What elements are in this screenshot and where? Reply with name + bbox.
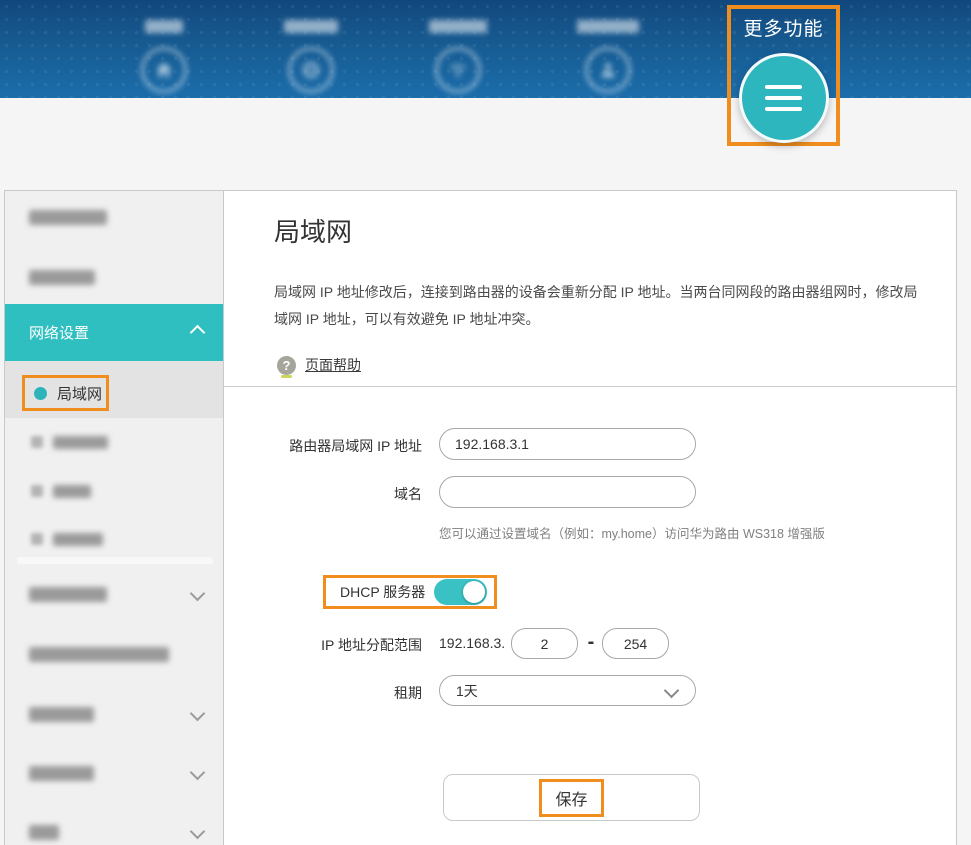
help-icon: ? [277, 355, 296, 378]
devices-icon [585, 47, 631, 93]
chevron-down-icon [189, 585, 206, 602]
page-help-link[interactable]: ? 页面帮助 [277, 355, 361, 378]
highlight-box-save: 保存 [539, 778, 604, 817]
chevron-down-icon [189, 705, 206, 722]
ip-range-end-input[interactable] [602, 628, 669, 659]
redacted-label [29, 647, 169, 662]
sidebar-item-redacted-7[interactable] [5, 812, 223, 845]
redacted-label [29, 707, 94, 722]
redacted-nav-label [429, 20, 487, 33]
redacted-nav-label [284, 20, 338, 33]
lan-ip-label: 路由器局域网 IP 地址 [289, 438, 422, 454]
nav-item-devices[interactable] [558, 20, 658, 93]
toggle-knob-icon [463, 581, 485, 603]
menu-icon [765, 85, 802, 111]
ip-range-start-input[interactable] [511, 628, 578, 659]
sidebar-item-redacted-3[interactable] [5, 574, 223, 614]
dhcp-toggle[interactable] [434, 579, 487, 605]
sidebar-item-redacted-5[interactable] [5, 694, 223, 734]
chevron-down-icon [189, 823, 206, 840]
section-divider [224, 386, 956, 387]
sidebar-section-network-settings[interactable]: 网络设置 [5, 304, 223, 361]
sidebar-item-redacted-1[interactable] [5, 197, 223, 237]
redacted-label [53, 533, 103, 546]
redacted-label [53, 485, 91, 498]
network-settings-label: 网络设置 [29, 325, 90, 342]
lan-item-label: 局域网 [57, 385, 103, 403]
redacted-sub-icon [31, 485, 43, 497]
sidebar-subitem-redacted-3[interactable] [5, 519, 223, 559]
internet-icon [288, 47, 334, 93]
nav-item-home[interactable] [114, 20, 214, 93]
page-description: 局域网 IP 地址修改后，连接到路由器的设备会重新分配 IP 地址。当两台同网段… [274, 284, 918, 327]
lan-ip-input[interactable] [439, 428, 696, 460]
redacted-label [29, 210, 107, 225]
highlight-box-more-functions: 更多功能 [727, 5, 840, 146]
redacted-label [29, 270, 95, 285]
nav-item-internet[interactable] [261, 20, 361, 93]
lan-settings-panel: 局域网 局域网 IP 地址修改后，连接到路由器的设备会重新分配 IP 地址。当两… [224, 190, 957, 845]
more-functions-button[interactable] [738, 53, 829, 143]
redacted-sub-icon [31, 533, 43, 545]
selected-dot-icon [34, 386, 47, 400]
range-dash-icon: - [587, 631, 595, 653]
lease-select[interactable]: 1天 [439, 675, 696, 706]
sidebar-item-redacted-2[interactable] [5, 257, 223, 297]
save-button-label: 保存 [555, 791, 588, 809]
sidebar-menu: 网络设置 局域网 [4, 190, 224, 845]
save-button[interactable]: 保存 [443, 774, 700, 821]
nav-item-wifi[interactable] [408, 20, 508, 93]
lease-value: 1天 [456, 683, 478, 699]
sidebar-item-redacted-6[interactable] [5, 753, 223, 793]
redacted-label [29, 587, 107, 602]
redacted-nav-label [577, 20, 639, 33]
ip-range-label: IP 地址分配范围 [321, 637, 422, 653]
page-help-label: 页面帮助 [305, 357, 361, 373]
home-icon [141, 47, 187, 93]
wifi-icon [435, 47, 481, 93]
sidebar-subitem-redacted-1[interactable] [5, 422, 223, 462]
chevron-down-icon [189, 764, 206, 781]
more-functions-label: 更多功能 [743, 19, 824, 40]
redacted-sub-icon [31, 436, 43, 448]
chevron-up-icon [189, 324, 206, 341]
domain-input[interactable] [439, 476, 696, 508]
lease-label: 租期 [394, 685, 422, 701]
sidebar-item-lan[interactable]: 局域网 [5, 361, 223, 418]
chevron-down-icon [663, 682, 680, 699]
highlight-box-dhcp: DHCP 服务器 [323, 575, 497, 609]
domain-label: 域名 [394, 486, 422, 502]
redacted-label [53, 436, 108, 449]
domain-helper-text: 您可以通过设置域名（例如：my.home）访问华为路由 WS318 增强版 [439, 527, 825, 541]
redacted-label [29, 766, 94, 781]
router-admin-page: 更多功能 网络设置 局域网 局域网 局域网 IP 地址修改后，连接到路由器的设备… [0, 0, 971, 845]
sidebar-subitem-redacted-2[interactable] [5, 471, 223, 511]
redacted-nav-label [145, 20, 183, 33]
submenu-separator [17, 557, 213, 564]
highlight-box-lan: 局域网 [22, 375, 109, 411]
ip-range-prefix: 192.168.3. [439, 635, 506, 651]
page-title: 局域网 [274, 217, 353, 247]
dhcp-server-label: DHCP 服务器 [340, 584, 426, 600]
redacted-label [29, 825, 59, 840]
sidebar-item-redacted-4[interactable] [5, 634, 223, 674]
